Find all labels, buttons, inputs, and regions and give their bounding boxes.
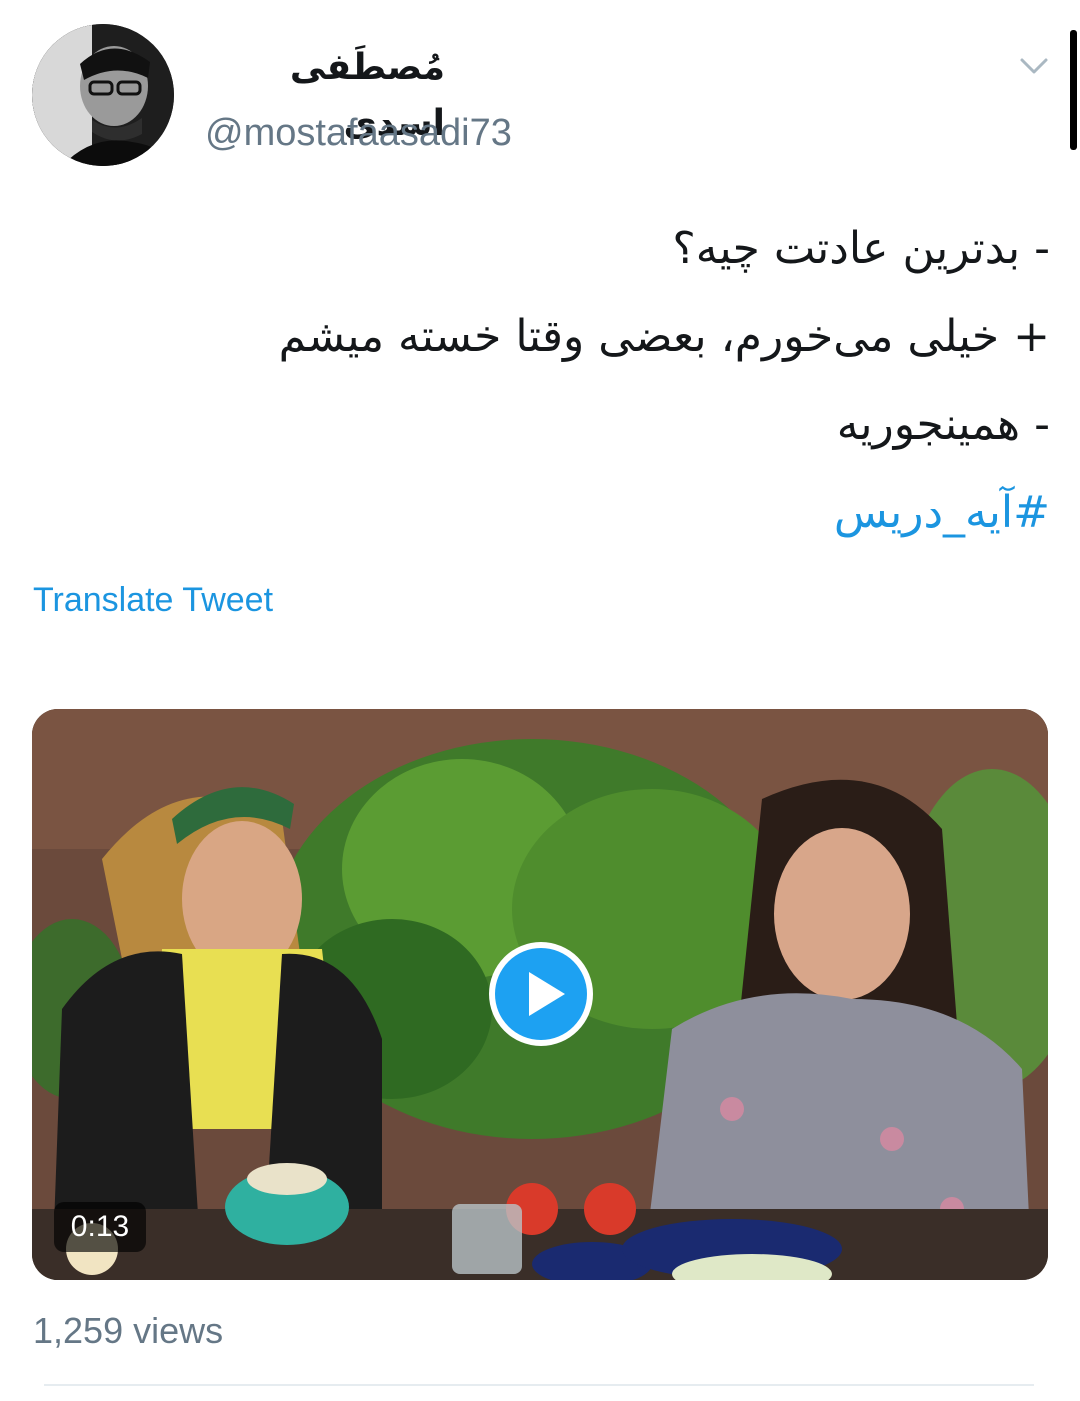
user-handle[interactable]: @mostafaasadi73 xyxy=(205,108,512,158)
avatar-photo xyxy=(32,24,174,166)
translate-tweet-link[interactable]: Translate Tweet xyxy=(33,578,273,622)
video-player[interactable]: 0:13 xyxy=(32,709,1048,1280)
play-icon xyxy=(529,972,565,1016)
tweet-line: - بدترین عادتت چیه؟ xyxy=(672,223,1050,274)
tweet-text: - بدترین عادتت چیه؟ + خیلی می‌خورم، بعضی… xyxy=(120,205,1050,557)
avatar[interactable] xyxy=(32,24,174,166)
display-name[interactable]: مُصطَفی اسدی xyxy=(205,40,445,144)
tweet-line: + خیلی می‌خورم، بعضی وقتا خسته میشم xyxy=(278,311,1050,362)
play-button[interactable] xyxy=(489,942,593,1046)
chevron-down-icon[interactable] xyxy=(1016,48,1052,84)
video-duration-badge: 0:13 xyxy=(54,1202,146,1252)
view-count: 1,259 views xyxy=(33,1310,224,1351)
divider xyxy=(44,1384,1034,1386)
scrollbar[interactable] xyxy=(1070,30,1077,150)
hashtag-link[interactable]: #آیه_دریس xyxy=(120,469,1050,557)
tweet-line: - همینجوریه xyxy=(836,399,1050,450)
